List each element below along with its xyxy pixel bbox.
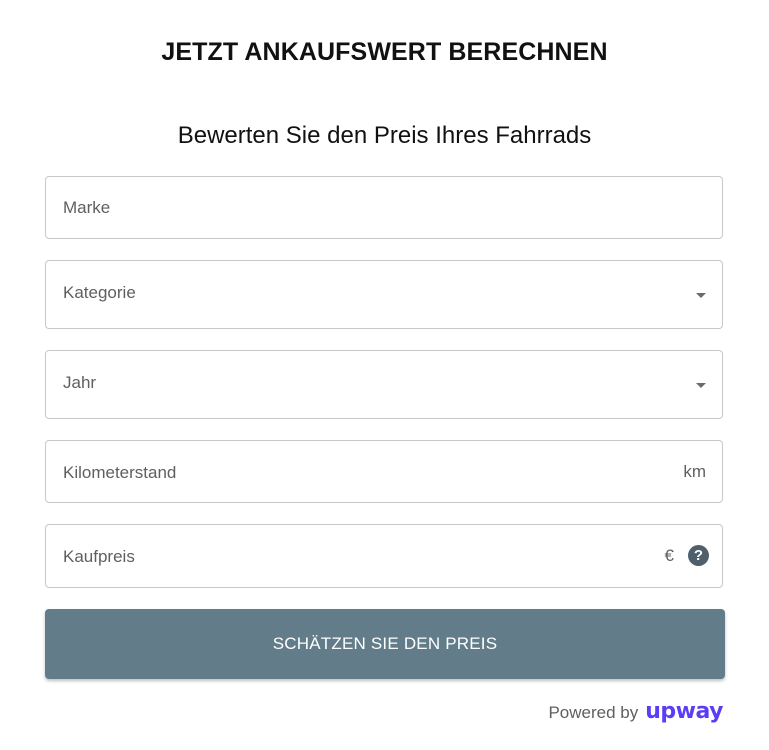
caret-down-icon [696, 383, 706, 388]
brand-label: Marke [63, 198, 111, 217]
powered-by-text: Powered by [548, 703, 639, 722]
category-select[interactable]: Kategorie [45, 260, 723, 329]
upway-logo[interactable]: upway [645, 701, 723, 723]
year-select[interactable]: Jahr [45, 350, 723, 419]
estimate-price-button[interactable]: SCHÄTZEN SIE DEN PREIS [45, 609, 725, 679]
powered-by: Powered by upway [548, 701, 723, 724]
page-subtitle: Bewerten Sie den Preis Ihres Fahrrads [177, 122, 592, 149]
purchase-price-input[interactable]: Kaufpreis € ? [45, 524, 723, 588]
mileage-input[interactable]: Kilometerstand km [45, 440, 723, 503]
mileage-unit: km [683, 462, 706, 481]
page-title: JETZT ANKAUFSWERT BERECHNEN [161, 38, 608, 66]
category-label: Kategorie [63, 283, 136, 302]
help-icon[interactable]: ? [688, 545, 709, 566]
caret-down-icon [696, 293, 706, 298]
currency-unit: € [664, 546, 674, 565]
mileage-label: Kilometerstand [63, 463, 177, 482]
purchase-price-label: Kaufpreis [63, 547, 135, 566]
year-label: Jahr [63, 373, 97, 392]
brand-input[interactable]: Marke [45, 176, 723, 239]
